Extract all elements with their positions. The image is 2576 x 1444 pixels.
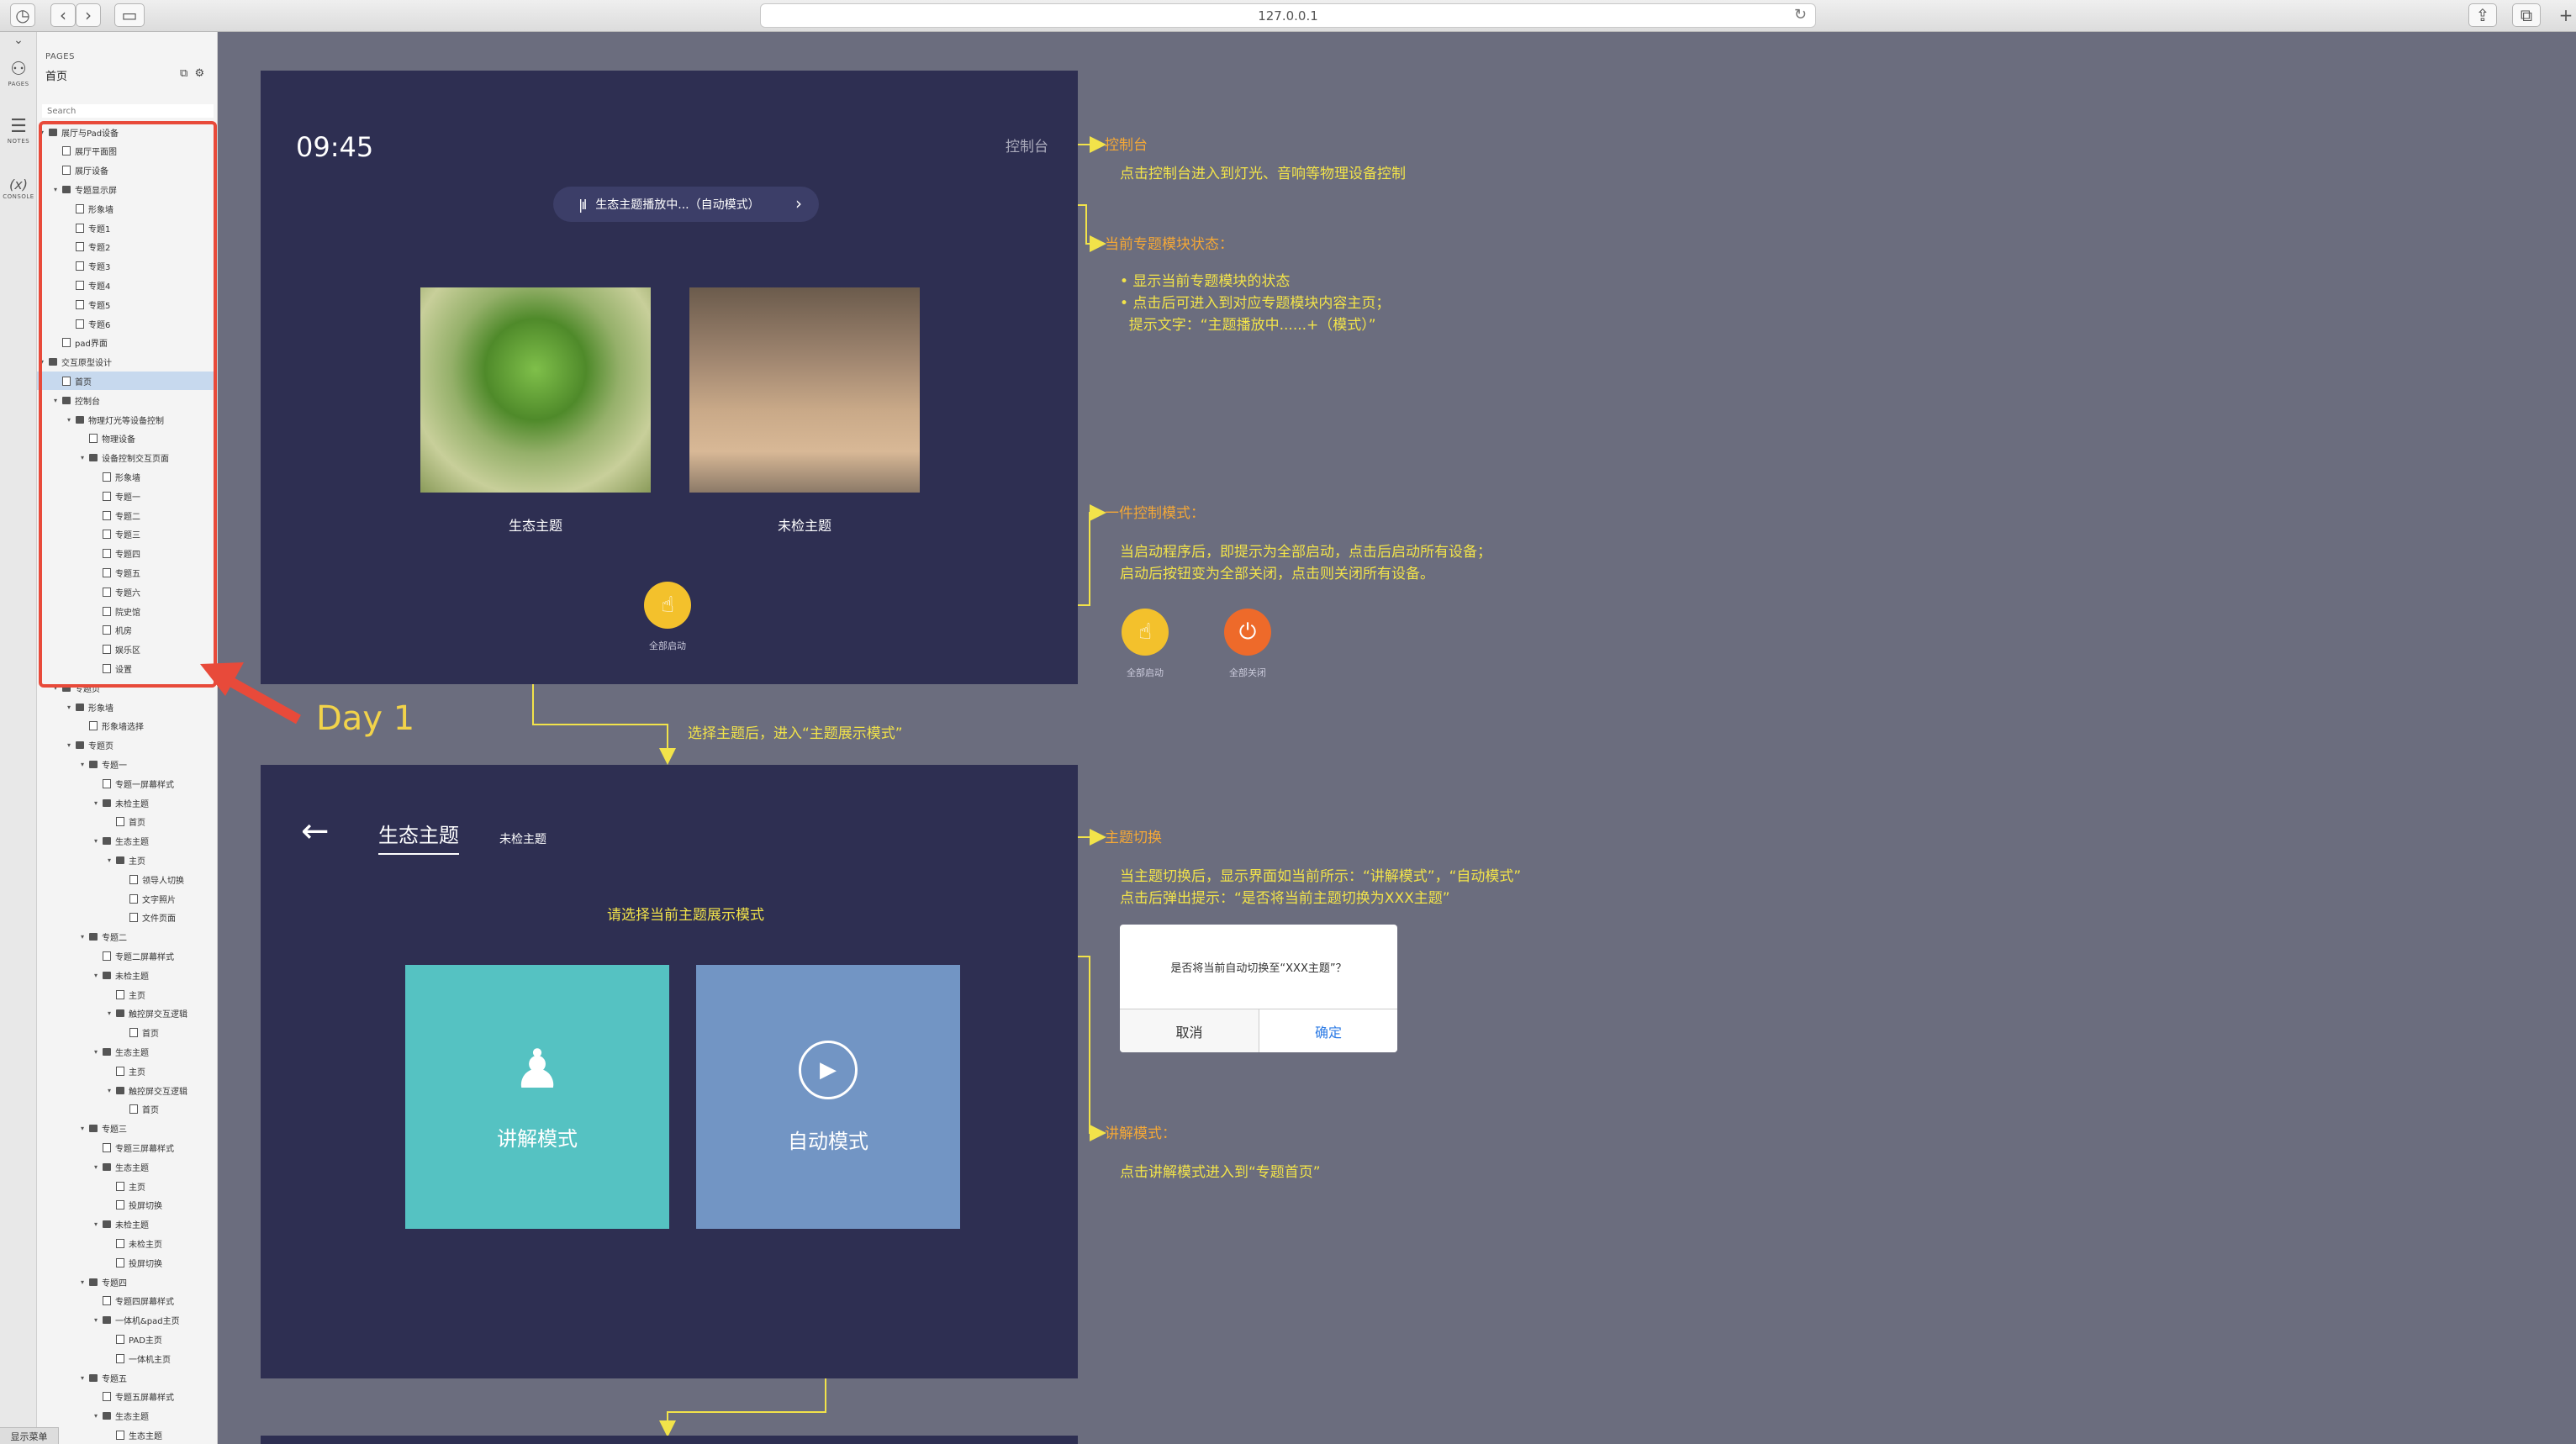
theme-display-screen: ← 生态主题 未检主题 请选择当前主题展示模式 ♟ 讲解模式 ▶ 自动模式 [261,765,1078,1378]
mode-prompt: 请选择当前主题展示模式 [607,907,764,924]
auto-mode-button[interactable]: ▶ 自动模式 [696,965,960,1229]
sample-stop-all-button: ⏻ [1224,609,1271,656]
console-link[interactable]: 控制台 [1006,134,1048,155]
presenter-icon: ♟ [513,1038,562,1101]
tab-active-theme[interactable]: 生态主题 [378,819,459,855]
next-screen-edge [261,1436,1078,1444]
annotation-console-title: 控制台 [1105,137,1148,154]
hand-touch-icon: ☝ [661,593,674,618]
theme-caption-ecology: 生态主题 [508,518,562,534]
annotation-teach-desc: 点击讲解模式进入到“专题首页” [1120,1164,1321,1181]
dialog-ok-button[interactable]: 确定 [1259,1009,1397,1052]
annotation-teach-title: 讲解模式： [1105,1125,1176,1142]
teach-mode-label: 讲解模式 [497,1126,578,1151]
sample-stop-all-caption: 全部关闭 [1229,667,1266,678]
annotation-status-line-1: • 显示当前专题模块的状态 [1120,273,1291,290]
sample-start-all-button: ☝ [1122,609,1169,656]
dialog-cancel-button[interactable]: 取消 [1120,1009,1259,1052]
play-icon: ▶ [799,1040,858,1099]
status-text: 生态主题播放中...（自动模式） [595,198,760,212]
start-all-button[interactable]: ☝ [644,582,691,629]
back-arrow-icon[interactable]: ← [301,812,330,851]
annotation-onekey-line-1: 当启动程序后，即提示为全部启动，点击后启动所有设备； [1120,544,1491,561]
annotation-select-theme: 选择主题后，进入“主题展示模式” [688,725,903,742]
teach-mode-button[interactable]: ♟ 讲解模式 [405,965,669,1229]
auto-mode-label: 自动模式 [788,1129,868,1153]
unchecked-theme-image[interactable] [689,287,920,493]
annotation-switch-line-2: 点击后弹出提示：“是否将当前主题切换为XXX主题” [1120,890,1450,907]
sample-start-all-caption: 全部启动 [1127,667,1164,678]
dialog-message: 是否将当前自动切换至“XXX主题”？ [1170,962,1347,975]
annotation-onekey-title: 一件控制模式： [1105,505,1205,522]
power-icon: ⏻ [1238,619,1257,645]
home-screen: 09:45 控制台 |ıl 生态主题播放中...（自动模式） › 生态主题 未检… [261,71,1078,684]
annotation-switch-title: 主题切换 [1105,830,1162,846]
module-status-pill[interactable]: |ıl 生态主题播放中...（自动模式） › [553,187,819,222]
annotation-status-line-3: 提示文字：“主题播放中......+（模式）” [1120,317,1376,334]
axure-prototype-viewer: ◷ ‹ › ▭ 127.0.0.1 ↻ ⇪ ⧉ + ⌄ ⚇ PAGES ☰ NO… [0,0,2576,1444]
tab-other-theme[interactable]: 未检主题 [499,830,546,847]
annotation-status-title: 当前专题模块状态： [1105,236,1233,253]
start-all-caption: 全部启动 [649,640,686,651]
clock: 09:45 [296,131,374,163]
equalizer-icon: |ıl [578,196,587,213]
annotation-status-line-2: • 点击后可进入到对应专题模块内容主页； [1120,295,1391,312]
annotation-onekey-line-2: 启动后按钮变为全部关闭，点击则关闭所有设备。 [1120,566,1434,582]
switch-confirm-dialog: 是否将当前自动切换至“XXX主题”？ 取消 确定 [1120,925,1397,1052]
annotation-switch-line-1: 当主题切换后，显示界面如当前所示：“讲解模式”，“自动模式” [1120,868,1522,885]
chevron-right-icon: › [795,193,802,213]
theme-caption-unchecked: 未检主题 [777,518,831,534]
ecology-theme-image[interactable] [420,287,651,493]
annotation-console-desc: 点击控制台进入到灯光、音响等物理设备控制 [1120,166,1406,182]
hand-touch-icon: ☝ [1138,619,1152,645]
